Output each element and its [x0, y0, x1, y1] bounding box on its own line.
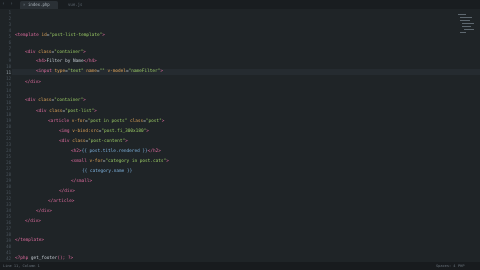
code-line: <input type="text" name="" v-model="name… — [36, 69, 163, 74]
code-line: </div> — [25, 80, 41, 85]
tab-label: index.php — [28, 2, 50, 7]
code-line: </div> — [25, 219, 41, 224]
code-line: {{ category.name }} — [82, 169, 133, 174]
code-line: <div class="container"> — [25, 98, 86, 103]
code-line: </template> — [15, 238, 45, 243]
code-line: <h4>Filter by Name</h4> — [36, 59, 97, 64]
minimap[interactable] — [458, 12, 474, 34]
tab-nav-arrows[interactable]: ‹ › — [2, 1, 14, 7]
code-line: <article v-for="post in posts" class="po… — [48, 119, 165, 124]
code-line: </div> — [59, 189, 75, 194]
status-syntax[interactable]: PHP — [458, 262, 465, 270]
code-line: <div class="post-list"> — [36, 109, 97, 114]
tab-bar: ‹ › × index.php vue.js — [0, 0, 480, 9]
code-line: </article> — [48, 199, 75, 204]
code-line: <h2>{{ post.title.rendered }}</h2> — [71, 149, 161, 154]
code-line: </small> — [71, 179, 93, 184]
status-indentation[interactable]: Spaces: 4 — [436, 262, 455, 270]
status-cursor-position: Line 11, Column 1 — [3, 264, 40, 268]
line-number-gutter: 1 2 3 4 5 6 7 8 9 10 11 12 13 14 15 16 17 18 19 20 21 22 23 24 2… — [0, 9, 12, 262]
tab-index-php[interactable]: × index.php — [20, 1, 58, 9]
close-icon[interactable]: × — [23, 1, 25, 9]
code-line: <small v-for="category in post.cats"> — [71, 159, 169, 164]
code-line: <img v-bind:src="post.fi_300x180"> — [59, 129, 149, 134]
code-line: <div class="post-content"> — [59, 139, 128, 144]
code-line: </div> — [36, 209, 52, 214]
tab-label: vue.js — [68, 2, 83, 7]
code-line: <div class="container"> — [25, 50, 86, 55]
status-bar: Line 11, Column 1 Spaces: 4 PHP — [0, 262, 480, 270]
code-line: <template id="post-list-template"> — [15, 33, 105, 38]
tab-vue-js[interactable]: vue.js — [60, 1, 96, 9]
